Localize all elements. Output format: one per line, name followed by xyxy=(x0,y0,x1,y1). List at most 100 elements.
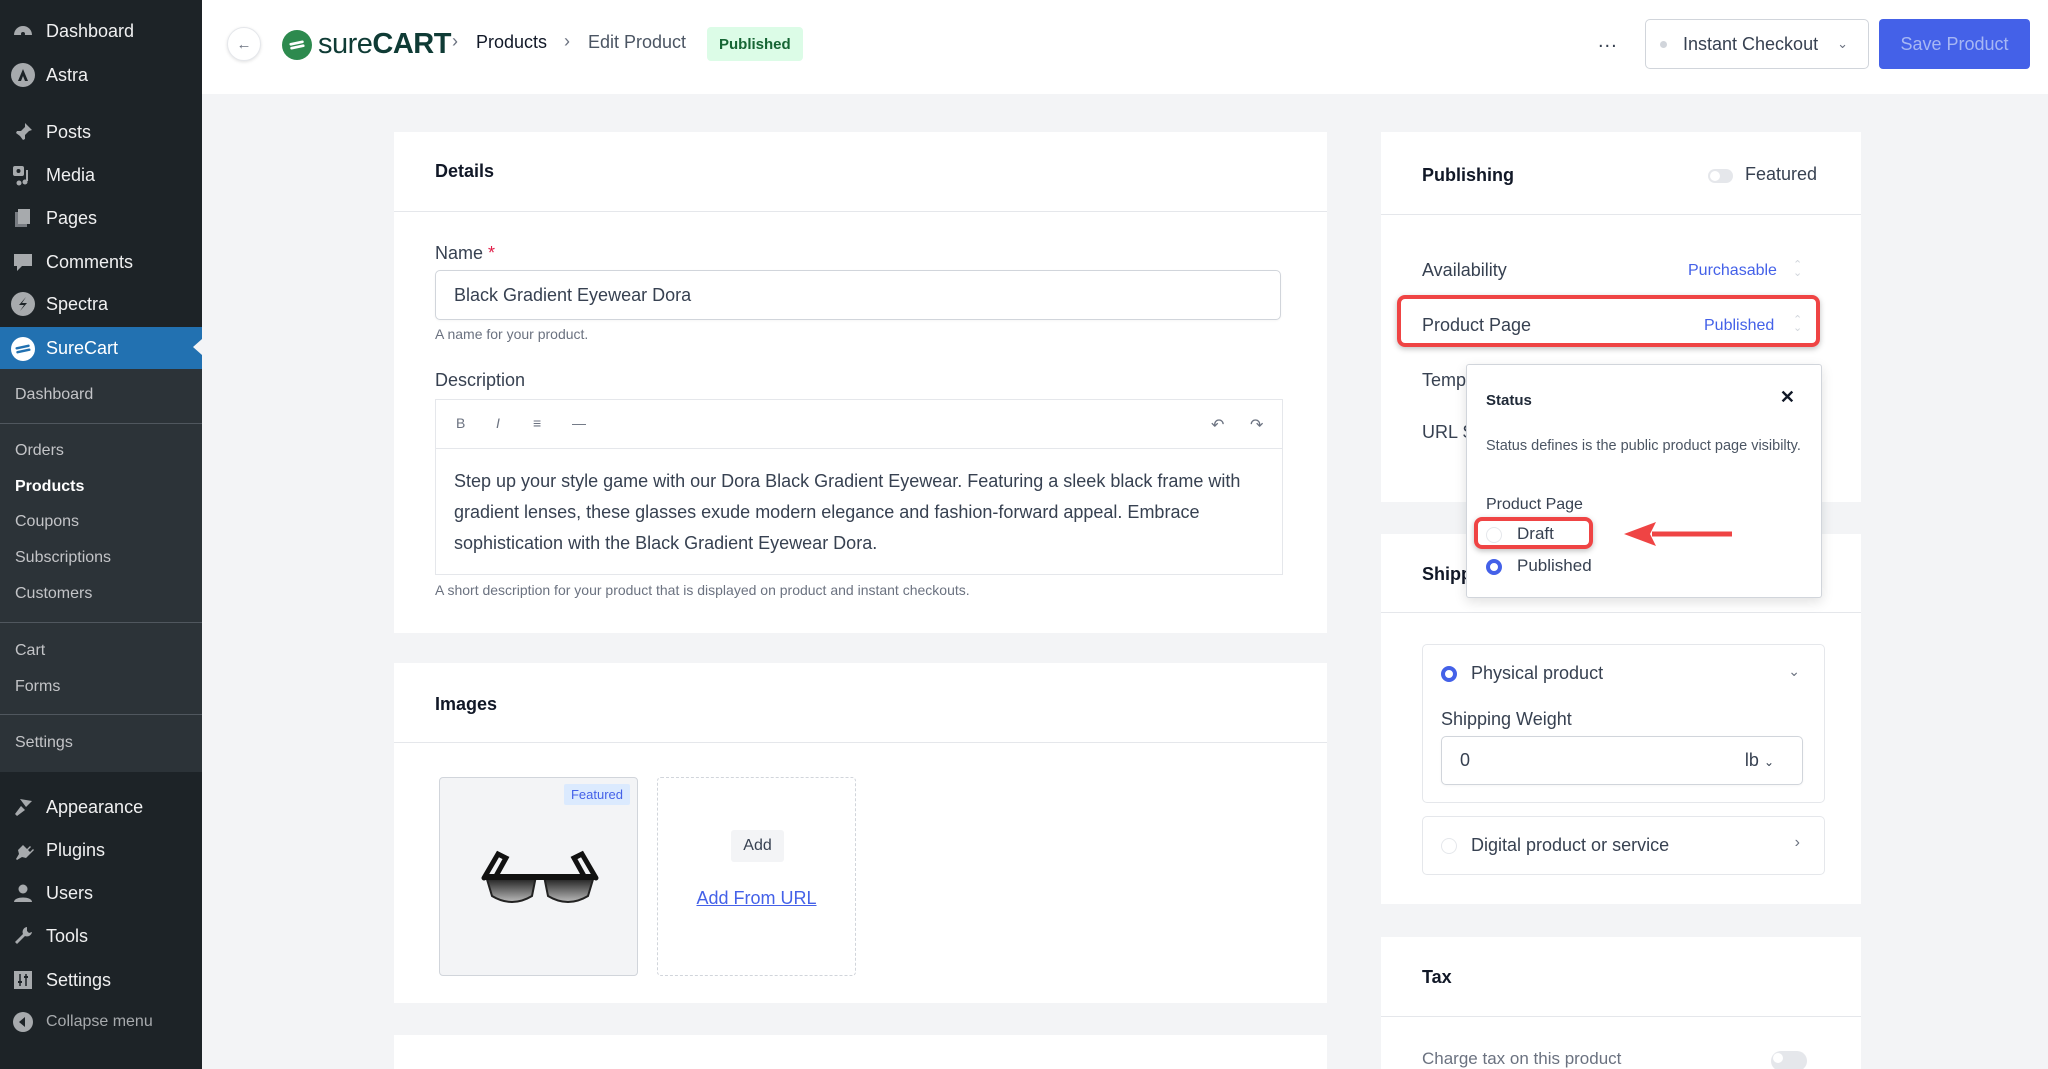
submenu-coupons[interactable]: Coupons xyxy=(15,513,79,531)
name-input-value: Black Gradient Eyewear Dora xyxy=(454,284,692,305)
list-icon[interactable]: ≡ xyxy=(533,415,541,431)
submenu-dashboard[interactable]: Dashboard xyxy=(15,386,93,404)
sidebar-item-posts[interactable]: Posts xyxy=(0,112,202,152)
sidebar-item-tools[interactable]: Tools xyxy=(0,916,202,956)
breadcrumb-separator-icon: › xyxy=(452,31,458,51)
sidebar-item-label: Comments xyxy=(46,251,134,272)
editor-toolbar: B I ≡ — ↶ ↷ xyxy=(436,400,1282,449)
collapse-menu-button[interactable]: Collapse menu xyxy=(0,1002,202,1042)
shipping-title: Shipp xyxy=(1422,564,1472,584)
template-label: Templ xyxy=(1422,370,1471,390)
page-header: ← sureCART › Products › Edit Product Pub… xyxy=(202,0,2048,94)
submenu-customers[interactable]: Customers xyxy=(15,585,92,603)
back-button[interactable]: ← xyxy=(227,27,261,61)
card-header: Images xyxy=(394,663,1327,743)
product-page-group-label: Product Page xyxy=(1486,496,1583,513)
undo-icon[interactable]: ↶ xyxy=(1211,415,1224,435)
sidebar-item-dashboard[interactable]: Dashboard xyxy=(0,11,202,51)
details-title: Details xyxy=(435,161,495,181)
shipping-weight-input[interactable]: 0 lb ⌄ xyxy=(1441,736,1803,785)
published-option-label[interactable]: Published xyxy=(1517,556,1592,576)
sidebar-item-users[interactable]: Users xyxy=(0,873,202,913)
sidebar-item-comments[interactable]: Comments xyxy=(0,242,202,282)
italic-icon[interactable]: I xyxy=(496,415,500,431)
submenu-forms[interactable]: Forms xyxy=(15,678,60,696)
charge-tax-toggle[interactable] xyxy=(1771,1051,1807,1069)
name-help-text: A name for your product. xyxy=(435,326,589,342)
images-card: Images Featured Add Add From URL xyxy=(394,663,1327,1003)
submenu-orders[interactable]: Orders xyxy=(15,442,64,460)
user-icon xyxy=(10,880,36,906)
availability-label: Availability xyxy=(1422,260,1507,280)
sunglasses-image xyxy=(481,850,599,903)
sidebar-item-pages[interactable]: Pages xyxy=(0,198,202,238)
pages-icon xyxy=(10,205,36,231)
redo-icon[interactable]: ↷ xyxy=(1250,415,1263,435)
sidebar-item-label: Posts xyxy=(46,121,92,142)
sidebar-item-label: SureCart xyxy=(46,338,119,358)
sidebar-item-spectra[interactable]: Spectra xyxy=(0,284,202,324)
sidebar-item-label: Users xyxy=(46,882,94,903)
sidebar-item-settings[interactable]: Settings xyxy=(0,960,202,1000)
product-image-tile[interactable]: Featured xyxy=(439,777,638,976)
weight-unit-select[interactable]: lb ⌄ xyxy=(1745,750,1774,771)
charge-tax-label: Charge tax on this product xyxy=(1422,1049,1622,1068)
horizontal-rule-icon[interactable]: — xyxy=(572,415,586,431)
submenu-products[interactable]: Products xyxy=(15,478,84,496)
add-image-tile: Add Add From URL xyxy=(657,777,856,976)
sidebar-item-media[interactable]: Media xyxy=(0,155,202,195)
bold-icon[interactable]: B xyxy=(456,415,465,431)
sidebar-item-appearance[interactable]: Appearance xyxy=(0,787,202,827)
submenu-cart[interactable]: Cart xyxy=(15,642,45,660)
surecart-logo: sureCART xyxy=(282,28,451,61)
sidebar-item-surecart[interactable]: SureCart xyxy=(0,327,202,370)
sidebar-item-label: Spectra xyxy=(46,293,109,314)
availability-select[interactable]: Purchasable xyxy=(1688,262,1777,280)
next-card xyxy=(394,1035,1327,1069)
wp-admin-sidebar: Dashboard Astra Posts Media Pages Commen… xyxy=(0,0,202,1069)
sliders-icon xyxy=(10,967,36,993)
sidebar-item-plugins[interactable]: Plugins xyxy=(0,830,202,870)
arrow-left-annotation-icon xyxy=(1624,522,1732,546)
sidebar-item-label: Plugins xyxy=(46,839,106,860)
images-title: Images xyxy=(435,694,498,714)
description-text[interactable]: Step up your style game with our Dora Bl… xyxy=(454,466,1264,559)
more-options-button[interactable]: ... xyxy=(1598,30,1618,53)
submenu-divider xyxy=(0,423,202,424)
add-image-button[interactable]: Add xyxy=(731,830,784,862)
instant-checkout-dropdown[interactable]: Instant Checkout ⌄ xyxy=(1645,19,1869,69)
digital-product-label: Digital product or service xyxy=(1471,835,1670,855)
submenu-divider xyxy=(0,714,202,715)
name-input[interactable]: Black Gradient Eyewear Dora xyxy=(435,270,1281,320)
name-label: Name * xyxy=(435,243,496,263)
description-help-text: A short description for your product tha… xyxy=(435,582,970,598)
featured-toggle[interactable] xyxy=(1708,169,1733,183)
add-from-url-link[interactable]: Add From URL xyxy=(658,888,855,909)
breadcrumb-products[interactable]: Products xyxy=(476,32,547,53)
brush-icon xyxy=(10,794,36,820)
arrow-left-icon: ← xyxy=(236,35,252,53)
digital-product-option[interactable]: Digital product or service › xyxy=(1422,816,1825,875)
chevron-right-icon: › xyxy=(1794,834,1800,851)
product-page-highlight xyxy=(1397,295,1820,347)
submenu-subscriptions[interactable]: Subscriptions xyxy=(15,549,111,567)
sidebar-item-label: Tools xyxy=(46,925,89,946)
featured-badge: Featured xyxy=(563,784,630,805)
sidebar-item-astra[interactable]: Astra xyxy=(0,55,202,95)
save-product-button[interactable]: Save Product xyxy=(1879,19,2030,69)
logo-text: sureCART xyxy=(318,28,451,60)
instant-checkout-label: Instant Checkout xyxy=(1683,33,1819,54)
shipping-weight-value: 0 xyxy=(1460,750,1471,770)
physical-product-radio[interactable] xyxy=(1441,666,1457,682)
published-radio[interactable] xyxy=(1486,559,1502,575)
shipping-weight-label: Shipping Weight xyxy=(1441,709,1572,729)
tax-title: Tax xyxy=(1422,967,1452,987)
sidebar-item-label: Dashboard xyxy=(46,20,135,41)
collapse-menu-label: Collapse menu xyxy=(46,1013,153,1030)
description-editor[interactable]: B I ≡ — ↶ ↷ Step up your style game with… xyxy=(435,399,1283,575)
tax-card: Tax Charge tax on this product xyxy=(1381,937,1861,1069)
close-icon[interactable]: ✕ xyxy=(1780,387,1795,408)
submenu-settings[interactable]: Settings xyxy=(15,734,73,752)
physical-product-option[interactable]: Physical product ⌄ Shipping Weight 0 lb … xyxy=(1422,644,1825,803)
digital-product-radio[interactable] xyxy=(1441,838,1457,854)
